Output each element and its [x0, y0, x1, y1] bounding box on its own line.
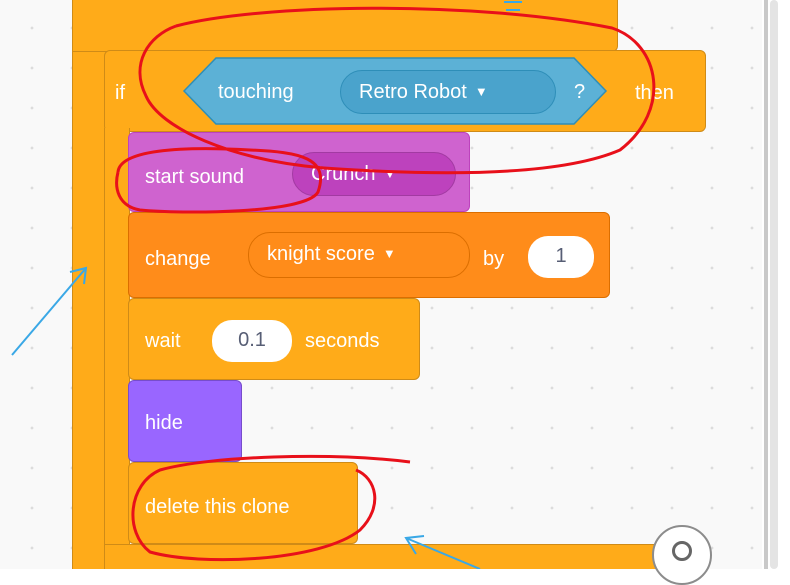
change-amount-input[interactable]: 1	[528, 236, 594, 278]
parent-block-top[interactable]	[72, 0, 618, 52]
caret-down-icon: ▼	[382, 246, 396, 261]
delete-clone-block[interactable]: delete this clone	[128, 462, 358, 544]
delete-clone-label: delete this clone	[145, 496, 290, 518]
sound-value: Crunch	[311, 163, 376, 185]
variable-dropdown[interactable]: knight score ▼	[248, 232, 470, 278]
caret-down-icon: ▼	[383, 166, 397, 181]
touching-target-dropdown[interactable]: Retro Robot ▼	[340, 70, 556, 114]
zoom-reset-icon	[672, 541, 692, 561]
caret-down-icon: ▼	[474, 84, 488, 99]
zoom-reset-button[interactable]	[652, 525, 712, 585]
sound-dropdown[interactable]: Crunch ▼	[292, 152, 456, 196]
hide-label: hide	[145, 412, 183, 434]
if-block-bottom[interactable]	[104, 544, 664, 569]
by-label: by	[483, 248, 505, 270]
change-label: change	[145, 248, 211, 270]
hide-block[interactable]: hide	[128, 380, 242, 462]
touching-target-value: Retro Robot	[359, 81, 467, 103]
scrollbar-divider	[764, 0, 768, 569]
then-label: then	[635, 82, 674, 104]
question-mark: ?	[574, 81, 586, 103]
if-block-arm[interactable]	[104, 128, 130, 569]
start-sound-label: start sound	[145, 166, 244, 188]
variable-value: knight score	[267, 243, 375, 265]
scrollbar-thumb[interactable]	[770, 0, 778, 569]
wait-seconds-input[interactable]: 0.1	[212, 320, 292, 362]
touching-label: touching	[218, 81, 294, 103]
wait-label: wait	[145, 330, 181, 352]
parent-block-left-arm[interactable]	[72, 0, 108, 569]
seconds-label: seconds	[305, 330, 380, 352]
if-label: if	[115, 82, 125, 104]
